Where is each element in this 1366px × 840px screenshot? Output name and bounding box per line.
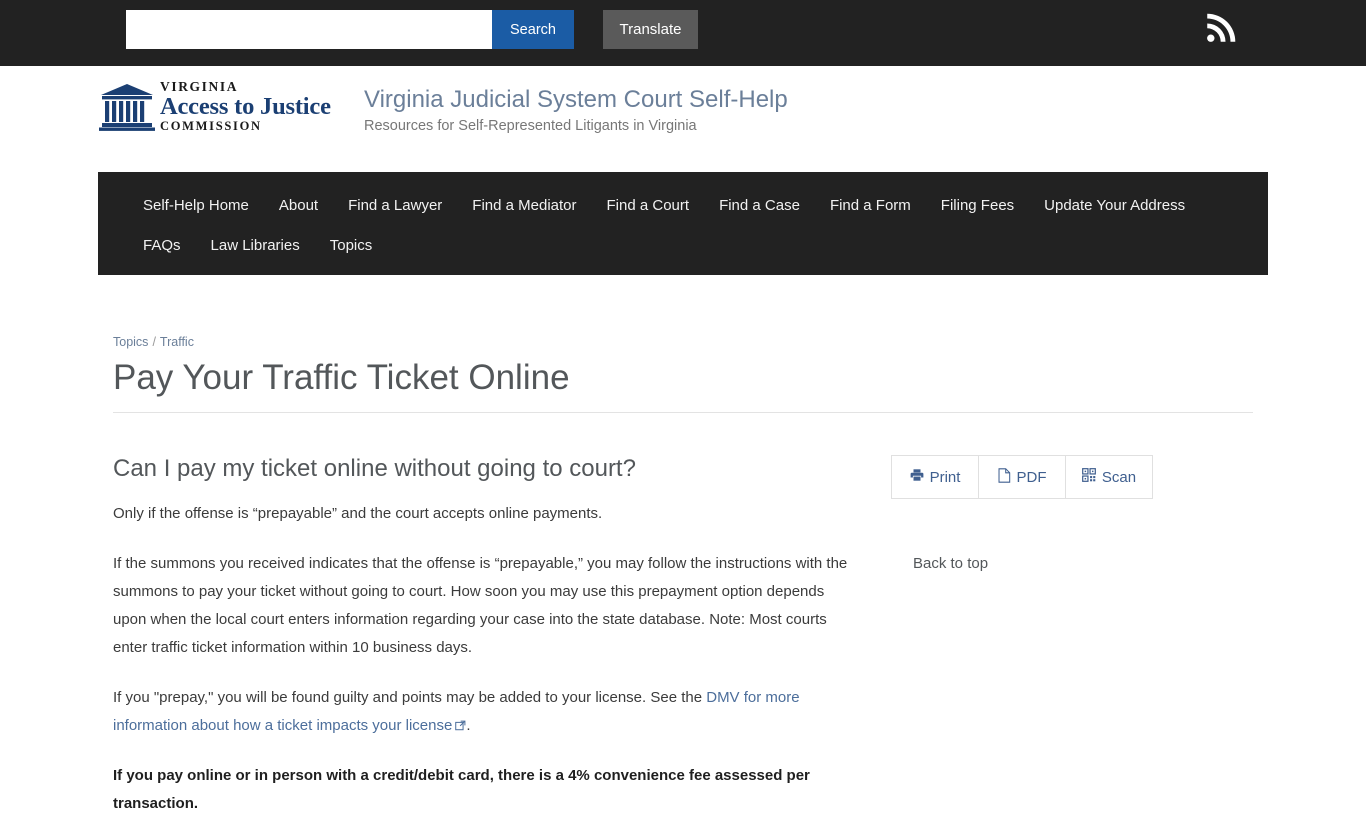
breadcrumb-separator: / bbox=[152, 335, 156, 349]
paragraph-2: If the summons you received indicates th… bbox=[113, 555, 848, 657]
nav-item-find-a-form[interactable]: Find a Form bbox=[815, 186, 926, 226]
nav-item-faqs[interactable]: FAQs bbox=[128, 226, 196, 266]
breadcrumb: Topics / Traffic bbox=[113, 335, 1253, 349]
nav-item-self-help-home[interactable]: Self-Help Home bbox=[128, 186, 264, 226]
page-body: Topics / Traffic Pay Your Traffic Ticket O… bbox=[0, 275, 1366, 812]
nav-item-about[interactable]: About bbox=[264, 186, 333, 226]
nav-item-find-a-case[interactable]: Find a Case bbox=[704, 186, 815, 226]
site-subtitle: Resources for Self-Represented Litigants… bbox=[364, 118, 697, 134]
printer-icon bbox=[910, 468, 924, 486]
search-form: Search bbox=[126, 10, 574, 49]
nav-items: Self-Help Home About Find a Lawyer Find … bbox=[128, 186, 1238, 265]
sidebar-column: Print PDF Scan Back to top bbox=[891, 455, 1191, 840]
paragraph-1: Only if the offense is “prepayable” and … bbox=[113, 505, 603, 523]
site-logo[interactable]: VIRGINIA Access to Justice COMMISSION bbox=[98, 80, 331, 133]
page-title: Pay Your Traffic Ticket Online bbox=[113, 358, 570, 397]
nav-item-topics[interactable]: Topics bbox=[315, 226, 388, 266]
qr-code-icon bbox=[1081, 468, 1096, 486]
search-button[interactable]: Search bbox=[492, 10, 574, 49]
pdf-button[interactable]: PDF bbox=[979, 456, 1066, 499]
nav-item-find-a-mediator[interactable]: Find a Mediator bbox=[457, 186, 591, 226]
page-tools-group: Print PDF Scan bbox=[891, 455, 1153, 500]
paragraph-3: If you "prepay," you will be found guilt… bbox=[113, 684, 861, 740]
paragraph-3-text-pre: If you "prepay," you will be found guilt… bbox=[113, 689, 707, 707]
logo-line-access-to-justice: Access to Justice bbox=[160, 92, 331, 120]
top-utility-bar: Search Translate bbox=[0, 0, 1366, 66]
translate-button[interactable]: Translate bbox=[603, 10, 698, 49]
scan-button[interactable]: Scan bbox=[1066, 456, 1152, 499]
document-icon bbox=[998, 468, 1011, 487]
nav-item-law-libraries[interactable]: Law Libraries bbox=[196, 226, 315, 266]
logo-line-virginia: VIRGINIA bbox=[160, 79, 239, 94]
masthead: VIRGINIA Access to Justice COMMISSION Vi… bbox=[0, 66, 1366, 172]
breadcrumb-item-topics[interactable]: Topics bbox=[113, 335, 148, 349]
external-link-icon bbox=[455, 713, 466, 731]
site-title: Virginia Judicial System Court Self-Help bbox=[364, 86, 788, 113]
main-navigation: Self-Help Home About Find a Lawyer Find … bbox=[98, 172, 1268, 275]
section-heading: Can I pay my ticket online without going… bbox=[113, 455, 636, 483]
breadcrumb-item-traffic[interactable]: Traffic bbox=[160, 335, 194, 349]
title-divider bbox=[113, 412, 1253, 414]
pdf-button-label: PDF bbox=[1016, 468, 1047, 486]
logo-line-commission: COMMISSION bbox=[160, 119, 262, 133]
nav-item-find-a-lawyer[interactable]: Find a Lawyer bbox=[333, 186, 457, 226]
nav-item-update-your-address[interactable]: Update Your Address bbox=[1029, 186, 1200, 226]
scan-button-label: Scan bbox=[1101, 468, 1137, 486]
paragraph-3-text-post: . bbox=[466, 717, 471, 735]
article-column: Can I pay my ticket online without going… bbox=[113, 455, 861, 840]
content-wrapper: Topics / Traffic Pay Your Traffic Ticket O… bbox=[113, 335, 1253, 840]
content-columns: Can I pay my ticket online without going… bbox=[113, 455, 1253, 840]
nav-item-filing-fees[interactable]: Filing Fees bbox=[926, 186, 1029, 226]
rss-feed-icon[interactable] bbox=[1203, 12, 1237, 46]
courthouse-building-icon bbox=[98, 80, 156, 132]
nav-item-find-a-court[interactable]: Find a Court bbox=[592, 186, 705, 226]
search-input[interactable] bbox=[126, 10, 492, 49]
print-button-label: Print bbox=[929, 468, 961, 486]
back-to-top-link[interactable]: Back to top bbox=[913, 555, 988, 572]
paragraph-4-fee-notice: If you pay online or in person with a cr… bbox=[113, 767, 810, 813]
print-button[interactable]: Print bbox=[892, 456, 979, 499]
